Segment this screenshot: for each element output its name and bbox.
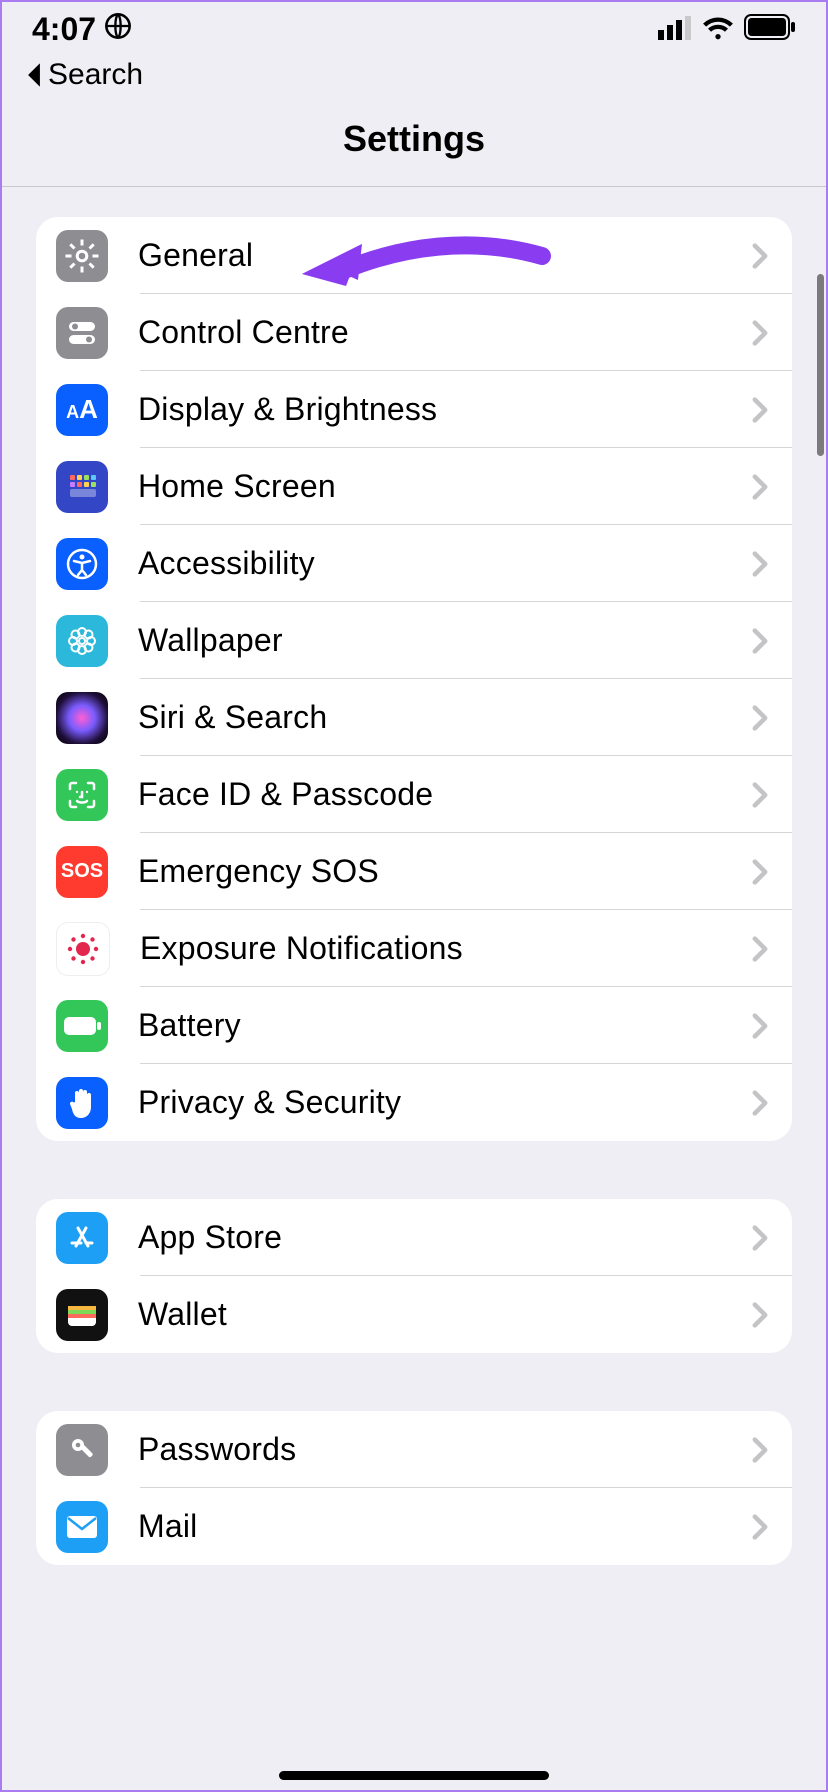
scrollbar[interactable]: [817, 274, 824, 456]
battery-row-icon: [56, 1000, 108, 1052]
row-privacy-security[interactable]: Privacy & Security: [36, 1064, 792, 1141]
flower-icon: [56, 615, 108, 667]
row-label: Privacy & Security: [138, 1084, 752, 1121]
row-label: Control Centre: [138, 314, 752, 351]
row-label: Display & Brightness: [138, 391, 752, 428]
chevron-right-icon: [752, 1437, 772, 1463]
row-label: Accessibility: [138, 545, 752, 582]
chevron-right-icon: [752, 782, 772, 808]
settings-group: General Control Centre AA Display & Brig…: [36, 217, 792, 1141]
row-emergency-sos[interactable]: SOS Emergency SOS: [36, 833, 792, 910]
sos-icon: SOS: [56, 846, 108, 898]
globe-icon: [104, 11, 132, 48]
battery-icon: [744, 11, 796, 48]
wallet-icon: [56, 1289, 108, 1341]
row-label: Face ID & Passcode: [138, 776, 752, 813]
row-label: Exposure Notifications: [140, 930, 752, 967]
chevron-right-icon: [752, 1090, 772, 1116]
row-general[interactable]: General: [36, 217, 792, 294]
row-wallpaper[interactable]: Wallpaper: [36, 602, 792, 679]
app-store-icon: [56, 1212, 108, 1264]
accessibility-icon: [56, 538, 108, 590]
wifi-icon: [702, 11, 734, 48]
chevron-right-icon: [752, 1302, 772, 1328]
app-grid-icon: [56, 461, 108, 513]
settings-list: General Control Centre AA Display & Brig…: [2, 187, 826, 1565]
row-siri-search[interactable]: Siri & Search: [36, 679, 792, 756]
mail-icon: [56, 1501, 108, 1553]
toggles-icon: [56, 307, 108, 359]
row-label: Wallet: [138, 1296, 752, 1333]
row-label: Siri & Search: [138, 699, 752, 736]
page-title: Settings: [2, 100, 826, 187]
row-mail[interactable]: Mail: [36, 1488, 792, 1565]
key-icon: [56, 1424, 108, 1476]
back-label: Search: [48, 58, 143, 92]
row-display-brightness[interactable]: AA Display & Brightness: [36, 371, 792, 448]
row-passwords[interactable]: Passwords: [36, 1411, 792, 1488]
chevron-right-icon: [752, 243, 772, 269]
chevron-right-icon: [752, 397, 772, 423]
row-app-store[interactable]: App Store: [36, 1199, 792, 1276]
row-home-screen[interactable]: Home Screen: [36, 448, 792, 525]
chevron-right-icon: [752, 705, 772, 731]
gear-icon: [56, 230, 108, 282]
cellular-icon: [658, 11, 692, 48]
row-face-id-passcode[interactable]: Face ID & Passcode: [36, 756, 792, 833]
text-size-icon: AA: [56, 384, 108, 436]
row-exposure-notifications[interactable]: Exposure Notifications: [36, 910, 792, 987]
row-label: Home Screen: [138, 468, 752, 505]
row-control-centre[interactable]: Control Centre: [36, 294, 792, 371]
row-label: App Store: [138, 1219, 752, 1256]
chevron-right-icon: [752, 1514, 772, 1540]
row-battery[interactable]: Battery: [36, 987, 792, 1064]
row-label: Battery: [138, 1007, 752, 1044]
status-bar: 4:07: [2, 2, 826, 56]
chevron-right-icon: [752, 320, 772, 346]
chevron-right-icon: [752, 628, 772, 654]
row-label: Passwords: [138, 1431, 752, 1468]
row-wallet[interactable]: Wallet: [36, 1276, 792, 1353]
row-label: Wallpaper: [138, 622, 752, 659]
chevron-right-icon: [752, 1013, 772, 1039]
back-button[interactable]: Search: [2, 56, 826, 100]
row-label: Emergency SOS: [138, 853, 752, 890]
back-chevron-icon: [24, 62, 44, 88]
settings-group: Passwords Mail: [36, 1411, 792, 1565]
chevron-right-icon: [752, 1225, 772, 1251]
home-indicator[interactable]: [279, 1771, 549, 1780]
exposure-icon: [56, 922, 110, 976]
chevron-right-icon: [752, 551, 772, 577]
row-accessibility[interactable]: Accessibility: [36, 525, 792, 602]
siri-icon: [56, 692, 108, 744]
status-time: 4:07: [32, 11, 96, 48]
hand-icon: [56, 1077, 108, 1129]
row-label: Mail: [138, 1508, 752, 1545]
chevron-right-icon: [752, 859, 772, 885]
row-label: General: [138, 237, 752, 274]
settings-group: App Store Wallet: [36, 1199, 792, 1353]
chevron-right-icon: [752, 474, 772, 500]
face-id-icon: [56, 769, 108, 821]
chevron-right-icon: [752, 936, 772, 962]
